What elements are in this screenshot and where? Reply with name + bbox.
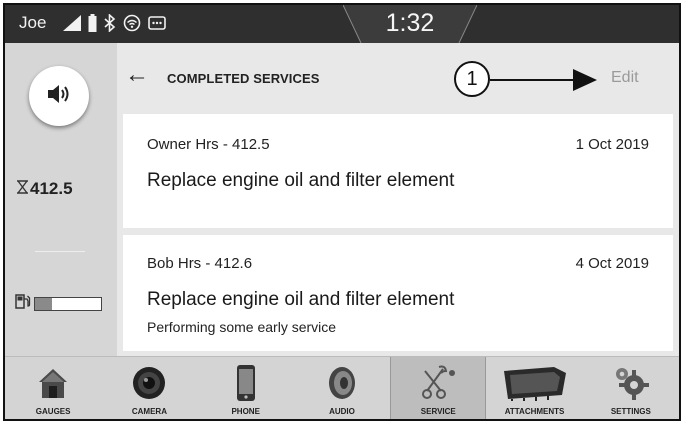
service-owner-hours: Bob Hrs - 412.6 — [147, 255, 253, 272]
bucket-icon — [486, 363, 582, 403]
callout-arrowhead — [573, 69, 597, 91]
service-note: Performing some early service — [147, 319, 337, 335]
gear-icon — [583, 363, 679, 403]
phone-icon — [198, 363, 294, 403]
nav-camera[interactable]: CAMERA — [101, 357, 197, 419]
wifi-icon — [123, 14, 141, 32]
nav-attachments[interactable]: ATTACHMENTS — [486, 357, 582, 419]
message-icon — [148, 16, 166, 30]
bluetooth-icon — [104, 14, 116, 32]
screen-frame: Joe 1:32 412.5 ← COMPLETED SERVICES 1 Ed… — [3, 3, 681, 421]
nav-label: CAMERA — [131, 407, 167, 416]
fuel-pump-icon — [15, 293, 31, 314]
nav-label: PHONE — [231, 407, 260, 416]
speaker-icon — [47, 83, 71, 110]
nav-service[interactable]: SERVICE — [390, 357, 487, 419]
service-task: Replace engine oil and filter element — [147, 170, 455, 191]
fuel-level-fill — [35, 297, 52, 310]
wrench-icon — [391, 363, 485, 403]
callout-line — [490, 79, 576, 81]
edit-button[interactable]: Edit — [611, 69, 639, 87]
clock: 1:32 — [385, 9, 435, 37]
service-date: 4 Oct 2019 — [575, 255, 649, 272]
fuel-level-bar — [34, 296, 102, 311]
engine-hours: 412.5 — [16, 179, 73, 199]
battery-icon — [88, 14, 97, 32]
callout-number: 1 — [454, 61, 490, 97]
fuel-gauge — [15, 293, 102, 314]
nav-label: SERVICE — [420, 407, 456, 416]
service-owner-hours: Owner Hrs - 412.5 — [147, 136, 270, 153]
hourglass-icon — [16, 179, 29, 199]
bottom-nav: GAUGES CAMERA PHONE AUDIO SERVICE ATTACH… — [5, 356, 679, 419]
nav-gauges[interactable]: GAUGES — [5, 357, 101, 419]
nav-label: GAUGES — [35, 407, 71, 416]
speaker-cone-icon — [294, 363, 390, 403]
page-title: COMPLETED SERVICES — [167, 71, 320, 86]
main-panel: ← COMPLETED SERVICES 1 Edit Owner Hrs - … — [117, 43, 679, 356]
service-card[interactable]: Owner Hrs - 412.5 1 Oct 2019 Replace eng… — [123, 114, 673, 228]
house-icon — [5, 363, 101, 403]
nav-label: ATTACHMENTS — [504, 407, 565, 416]
engine-hours-value: 412.5 — [30, 179, 73, 198]
sidebar-divider — [35, 251, 85, 252]
nav-label: AUDIO — [329, 407, 355, 416]
nav-settings[interactable]: SETTINGS — [583, 357, 679, 419]
nav-audio[interactable]: AUDIO — [294, 357, 390, 419]
service-card[interactable]: Bob Hrs - 412.6 4 Oct 2019 Replace engin… — [123, 235, 673, 351]
back-arrow-icon[interactable]: ← — [125, 63, 149, 87]
nav-phone[interactable]: PHONE — [198, 357, 294, 419]
user-name: Joe — [19, 13, 47, 32]
sidebar: 412.5 — [5, 43, 117, 356]
volume-button[interactable] — [29, 66, 89, 126]
service-date: 1 Oct 2019 — [575, 136, 649, 153]
status-icons — [63, 14, 166, 32]
status-bar: Joe 1:32 — [5, 5, 679, 43]
service-task: Replace engine oil and filter element — [147, 289, 455, 310]
camera-icon — [101, 363, 197, 403]
nav-label: SETTINGS — [610, 407, 651, 416]
signal-icon — [63, 15, 81, 31]
clock-tab: 1:32 — [343, 5, 477, 43]
